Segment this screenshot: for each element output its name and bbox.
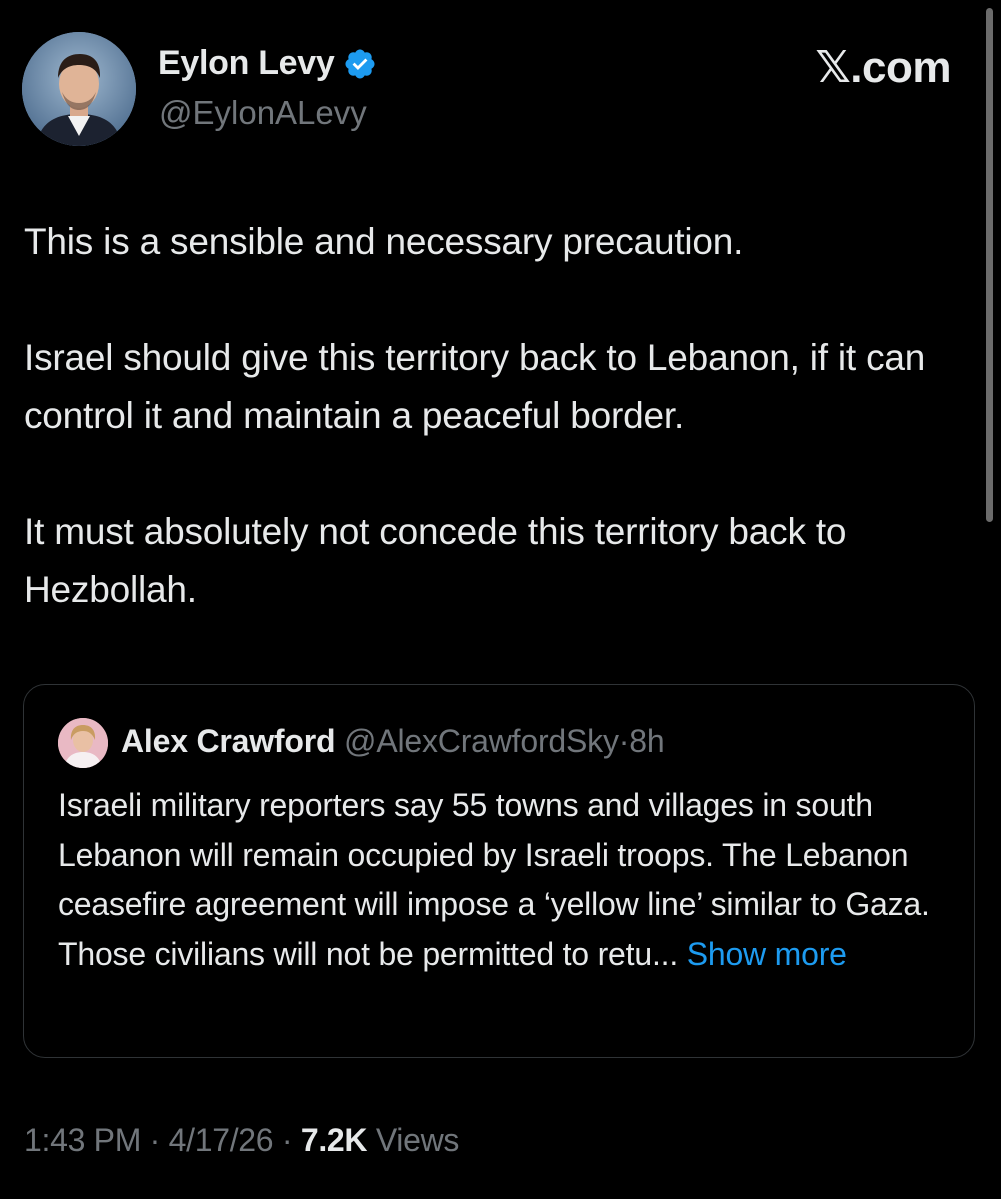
quoted-tweet-card[interactable]: Alex Crawford @AlexCrawfordSky·8h Israel… [23,684,975,1058]
quoted-tweet-header: Alex Crawford @AlexCrawfordSky·8h [121,723,665,760]
meta-dot-separator: · [281,1122,293,1158]
author-display-name[interactable]: Eylon Levy [158,44,335,83]
author-avatar[interactable] [22,32,136,146]
tweet-paragraph: It must absolutely not concede this terr… [24,511,847,610]
quoted-author-avatar-image [58,718,108,768]
tweet-time[interactable]: 1:43 PM [24,1122,141,1158]
author-handle[interactable]: @EylonALevy [159,94,367,132]
verified-badge-icon[interactable] [343,47,377,81]
quoted-author-avatar[interactable] [58,718,108,768]
x-brand-logo: 𝕏.com [815,43,951,92]
quoted-tweet-time[interactable]: 8h [629,723,664,759]
tweet-paragraph: Israel should give this territory back t… [24,337,926,436]
author-name-row: Eylon Levy [158,44,377,83]
quoted-author-name[interactable]: Alex Crawford [121,723,336,759]
views-count[interactable]: 7.2K [301,1122,368,1158]
meta-dot-separator: · [149,1122,161,1158]
tweet-body: This is a sensible and necessary precaut… [24,213,989,619]
views-label[interactable]: Views [376,1122,460,1158]
quoted-dot-separator: · [618,723,630,759]
author-avatar-image [22,32,136,146]
quoted-tweet-text: Israeli military reporters say 55 towns … [58,781,948,979]
tweet-meta: 1:43 PM · 4/17/26 · 7.2K Views [24,1122,459,1159]
quoted-author-handle[interactable]: @AlexCrawfordSky [344,723,619,759]
tweet-paragraph: This is a sensible and necessary precaut… [24,221,744,262]
show-more-link[interactable]: Show more [687,936,847,972]
tweet-date[interactable]: 4/17/26 [169,1122,274,1158]
